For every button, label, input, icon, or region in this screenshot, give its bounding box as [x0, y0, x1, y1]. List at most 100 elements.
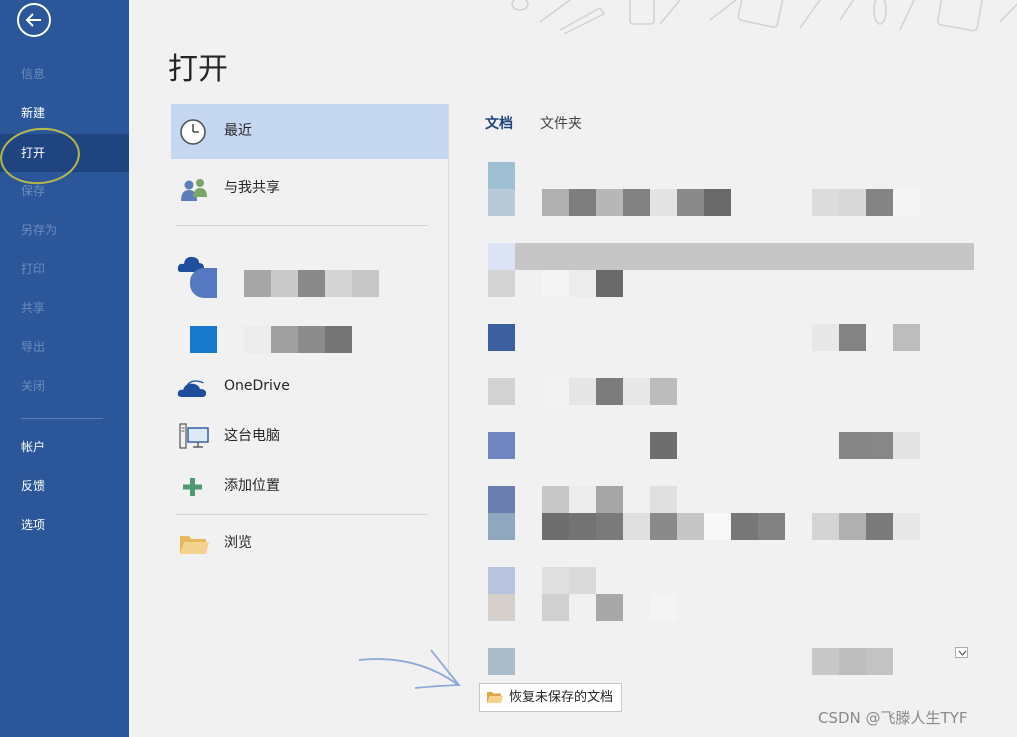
sidebar-item-print[interactable]: 打印	[0, 250, 129, 288]
location-this-pc-label: 这台电脑	[224, 428, 280, 444]
redacted-file-block	[839, 648, 866, 675]
redacted-block	[244, 326, 271, 353]
computer-icon	[179, 423, 209, 449]
redacted-file-block	[569, 270, 596, 297]
sidebar-item-options[interactable]: 选项	[0, 506, 129, 544]
scroll-down-button[interactable]	[955, 647, 968, 658]
location-shared-label: 与我共享	[224, 180, 280, 196]
redacted-file-block	[866, 432, 893, 459]
redacted-file-block	[812, 513, 839, 540]
redacted-file-block	[623, 513, 650, 540]
redacted-file-block	[569, 189, 596, 216]
redacted-file-block	[488, 243, 515, 270]
redacted-file-block	[488, 378, 515, 405]
tab-documents[interactable]: 文档	[485, 113, 513, 133]
redacted-file-block	[866, 189, 893, 216]
location-add-place[interactable]: 添加位置	[171, 459, 448, 514]
people-icon	[181, 179, 207, 201]
redacted-file-block	[866, 648, 893, 675]
recover-button-label: 恢复未保存的文档	[509, 690, 614, 705]
redacted-file-block	[596, 594, 623, 621]
plus-icon	[183, 478, 202, 496]
redacted-file-block	[542, 486, 569, 513]
redacted-file-block	[542, 594, 569, 621]
onedrive-cloud-icon	[177, 380, 207, 397]
redacted-file-block	[623, 243, 650, 270]
redacted-block	[298, 270, 325, 297]
redacted-file-block	[623, 189, 650, 216]
redacted-block	[271, 326, 298, 353]
location-onedrive[interactable]: OneDrive	[171, 359, 448, 414]
clock-icon	[180, 119, 206, 145]
sharepoint-icon	[190, 326, 217, 353]
location-add-place-label: 添加位置	[224, 478, 280, 494]
location-recent[interactable]: 最近	[171, 104, 448, 159]
redacted-block	[352, 270, 379, 297]
tab-folders[interactable]: 文件夹	[540, 113, 582, 133]
redacted-block	[244, 270, 271, 297]
redacted-file-block	[839, 243, 866, 270]
arrow-left-icon	[25, 13, 41, 27]
redacted-file-block	[839, 189, 866, 216]
redacted-file-block	[704, 243, 731, 270]
sidebar-item-open[interactable]: 打开	[0, 134, 129, 172]
location-shared-with-me[interactable]: 与我共享	[171, 161, 448, 216]
redacted-file-block	[596, 486, 623, 513]
redacted-file-block	[569, 567, 596, 594]
redacted-file-block	[947, 243, 974, 270]
redacted-block	[325, 326, 352, 353]
redacted-file-block	[623, 486, 650, 513]
redacted-file-block	[542, 567, 569, 594]
sidebar-item-share[interactable]: 共享	[0, 289, 129, 327]
redacted-file-block	[650, 432, 677, 459]
redacted-file-block	[893, 513, 920, 540]
redacted-file-block	[569, 513, 596, 540]
folder-icon	[180, 536, 209, 554]
redacted-file-block	[488, 513, 515, 540]
redacted-file-block	[650, 378, 677, 405]
redacted-file-block	[839, 324, 866, 351]
redacted-file-block	[731, 513, 758, 540]
sidebar-item-export[interactable]: 导出	[0, 328, 129, 366]
redacted-file-block	[542, 513, 569, 540]
redacted-file-block	[893, 243, 920, 270]
panel-divider	[448, 104, 449, 680]
redacted-file-block	[650, 486, 677, 513]
redacted-file-block	[785, 243, 812, 270]
recover-unsaved-documents-button[interactable]: 恢复未保存的文档	[479, 683, 622, 712]
back-button[interactable]	[17, 3, 51, 37]
redacted-file-block	[569, 594, 596, 621]
location-this-pc[interactable]: 这台电脑	[171, 409, 448, 464]
redacted-file-block	[866, 513, 893, 540]
sidebar-item-save[interactable]: 保存	[0, 172, 129, 210]
location-onedrive-account-1[interactable]	[171, 248, 448, 303]
redacted-file-block	[650, 243, 677, 270]
location-divider	[176, 225, 428, 226]
sidebar-item-save-as[interactable]: 另存为	[0, 211, 129, 249]
redacted-file-block	[893, 432, 920, 459]
sidebar-item-close[interactable]: 关闭	[0, 367, 129, 405]
account-avatar	[190, 268, 217, 298]
redacted-file-block	[596, 513, 623, 540]
redacted-block	[325, 270, 352, 297]
redacted-file-block	[488, 486, 515, 513]
sidebar-item-info[interactable]: 信息	[0, 55, 129, 93]
folder-open-icon	[487, 692, 503, 703]
redacted-file-block	[542, 378, 569, 405]
sidebar-item-feedback[interactable]: 反馈	[0, 467, 129, 505]
redacted-file-block	[704, 189, 731, 216]
backstage-sidebar: 信息 新建 打开 保存 另存为 打印 共享 导出 关闭 帐户 反馈 选项	[0, 0, 129, 737]
location-browse[interactable]: 浏览	[171, 516, 448, 571]
location-recent-label: 最近	[224, 123, 252, 139]
redacted-block	[271, 270, 298, 297]
redacted-file-block	[542, 243, 569, 270]
redacted-file-block	[488, 567, 515, 594]
redacted-file-block	[515, 243, 542, 270]
redacted-file-block	[731, 243, 758, 270]
redacted-file-block	[488, 270, 515, 297]
location-onedrive-label: OneDrive	[224, 378, 290, 394]
sidebar-item-account[interactable]: 帐户	[0, 428, 129, 466]
location-browse-label: 浏览	[224, 535, 252, 551]
decorative-doodle-banner	[511, 0, 1017, 34]
sidebar-item-new[interactable]: 新建	[0, 94, 129, 132]
